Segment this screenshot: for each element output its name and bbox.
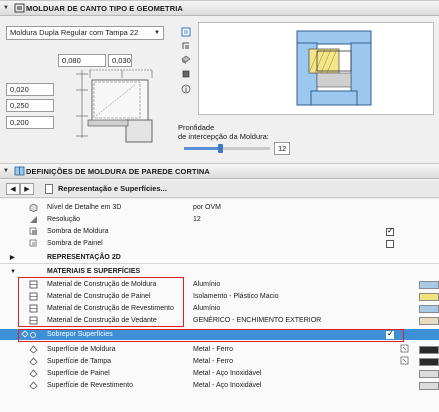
row-label: Superfície de Revestimento [47,382,133,389]
row-label: Superfície de Tampa [47,358,112,365]
geometry-panel-title: MOLDUAR DE CANTO TIPO E GEOMETRIA [26,3,183,13]
material-swatch[interactable] [419,292,439,301]
dim-3-field[interactable]: 0,200 [6,116,54,129]
depth-value-field[interactable]: 12 [274,142,290,155]
row-value[interactable]: Metal - Aço Inoxidável [193,382,261,389]
surface-row-panel[interactable]: Superfície de Painel Metal - Aço Inoxidá… [0,368,439,379]
property-row-resolution[interactable]: Resolução 12 [0,214,439,225]
profile-select[interactable]: Moldura Dupla Regular com Tampa 22 ▼ [6,26,164,40]
row-value[interactable]: Alumínio [193,281,220,288]
dim-1-field[interactable]: 0,020 [6,83,54,96]
surface-swatch[interactable] [419,369,439,378]
resolution-icon [28,215,38,224]
link-icon[interactable] [400,356,409,367]
collapse-triangle-icon[interactable]: ▼ [0,5,12,11]
materials-selection-box [18,277,184,327]
material-swatch[interactable] [419,316,439,325]
row-value[interactable]: Isolamento - Plástico Macio [193,293,279,300]
material-swatch[interactable] [419,304,439,313]
depth-label-line2: de intercepção da Moldura: [178,132,269,141]
row-value[interactable]: Metal - Aço Inoxidável [193,370,261,377]
geometry-panel-header[interactable]: ▼ MOLDUAR DE CANTO TIPO E GEOMETRIA [0,0,439,16]
page-icon [44,183,54,195]
3d-view-icon[interactable] [180,68,192,80]
row-value[interactable]: GENÉRICO - ENCHIMENTO EXTERIOR [193,317,321,324]
panel-shadow-icon [28,239,38,248]
dim-2-field[interactable]: 0,250 [6,99,54,112]
collapse-triangle-icon[interactable]: ▼ [0,168,12,174]
row-label: Nível de Detalhe em 3D [47,204,122,211]
frame-shadow-checkbox[interactable] [386,226,394,236]
row-value[interactable]: por OVM [193,204,221,211]
property-row-lod[interactable]: Nível de Detalhe em 3D por OVM [0,202,439,213]
plan-view-icon[interactable] [180,26,192,38]
section-2d-header[interactable]: ▶ REPRESENTAÇÃO 2D [0,252,439,263]
surface-row-frame[interactable]: Superfície de Moldura Metal - Ferro [0,344,439,355]
panel-shadow-checkbox[interactable] [386,239,394,248]
surface-paint-icon [28,369,38,378]
profile-diagram [76,69,153,143]
row-value[interactable]: Alumínio [193,305,220,312]
surface-row-cladding[interactable]: Superfície de Revestimento Metal - Aço I… [0,380,439,391]
section-2d-title: REPRESENTAÇÃO 2D [47,254,121,261]
override-selection-box [18,329,404,342]
settings-panel-header[interactable]: ▼ DEFINIÇÕES DE MOLDURA DE PAREDE CORTIN… [0,163,439,179]
property-row-frame-shadow[interactable]: Sombra de Moldura [0,226,439,237]
row-value[interactable]: Metal - Ferro [193,358,233,365]
material-swatch[interactable] [419,280,439,289]
cube-icon [28,203,38,212]
property-row-panel-shadow[interactable]: Sombra de Painel [0,238,439,249]
nav-page-label[interactable]: Representação e Superfícies... [58,184,167,193]
chevron-down-icon: ▼ [154,30,160,36]
surface-swatch[interactable] [419,357,439,366]
row-value[interactable]: Metal - Ferro [193,346,233,353]
depth-slider-thumb[interactable] [218,144,224,153]
expand-triangle-icon[interactable]: ▶ [10,254,15,261]
depth-label: Pronfidade de intercepção da Moldura: [178,123,269,141]
row-label: Sombra de Painel [47,240,103,247]
settings-nav-bar: ◀ ▶ Representação e Superfícies... [0,181,439,198]
surface-paint-icon [28,381,38,390]
info-icon[interactable] [180,83,192,95]
row-label: Sombra de Moldura [47,228,109,235]
frame-profile-icon [12,2,26,14]
row-label: Superfície de Moldura [47,346,116,353]
surface-row-cap[interactable]: Superfície de Tampa Metal - Ferro [0,356,439,367]
collapse-triangle-icon[interactable]: ▼ [10,269,16,275]
surface-swatch[interactable] [419,345,439,354]
section-materials-title: MATERIAIS E SUPERFÍCIES [47,268,141,275]
frame-shadow-icon [28,227,38,236]
row-label: Superfície de Painel [47,370,110,377]
section-view-icon[interactable] [180,40,192,52]
link-icon[interactable] [400,344,409,355]
section-materials-header[interactable]: ▼ MATERIAIS E SUPERFÍCIES [0,266,439,277]
profile-select-value: Moldura Dupla Regular com Tampa 22 [10,28,139,37]
curtain-wall-frame-icon [12,165,26,177]
nav-next-button[interactable]: ▶ [20,183,34,195]
frame-preview-drawing [296,30,372,106]
nav-prev-button[interactable]: ◀ [6,183,20,195]
row-value[interactable]: 12 [193,216,201,223]
surface-paint-icon [28,357,38,366]
settings-panel-title: DEFINIÇÕES DE MOLDURA DE PAREDE CORTINA [26,166,210,176]
depth-slider[interactable] [184,144,270,153]
surface-swatch[interactable] [419,381,439,390]
surface-view-icon[interactable] [180,54,192,66]
surface-paint-icon [28,345,38,354]
depth-label-line1: Pronfidade [178,123,215,132]
depth-slider-fill [184,147,221,150]
section-divider [0,263,439,264]
row-label: Resolução [47,216,81,223]
frame-preview [198,22,434,115]
